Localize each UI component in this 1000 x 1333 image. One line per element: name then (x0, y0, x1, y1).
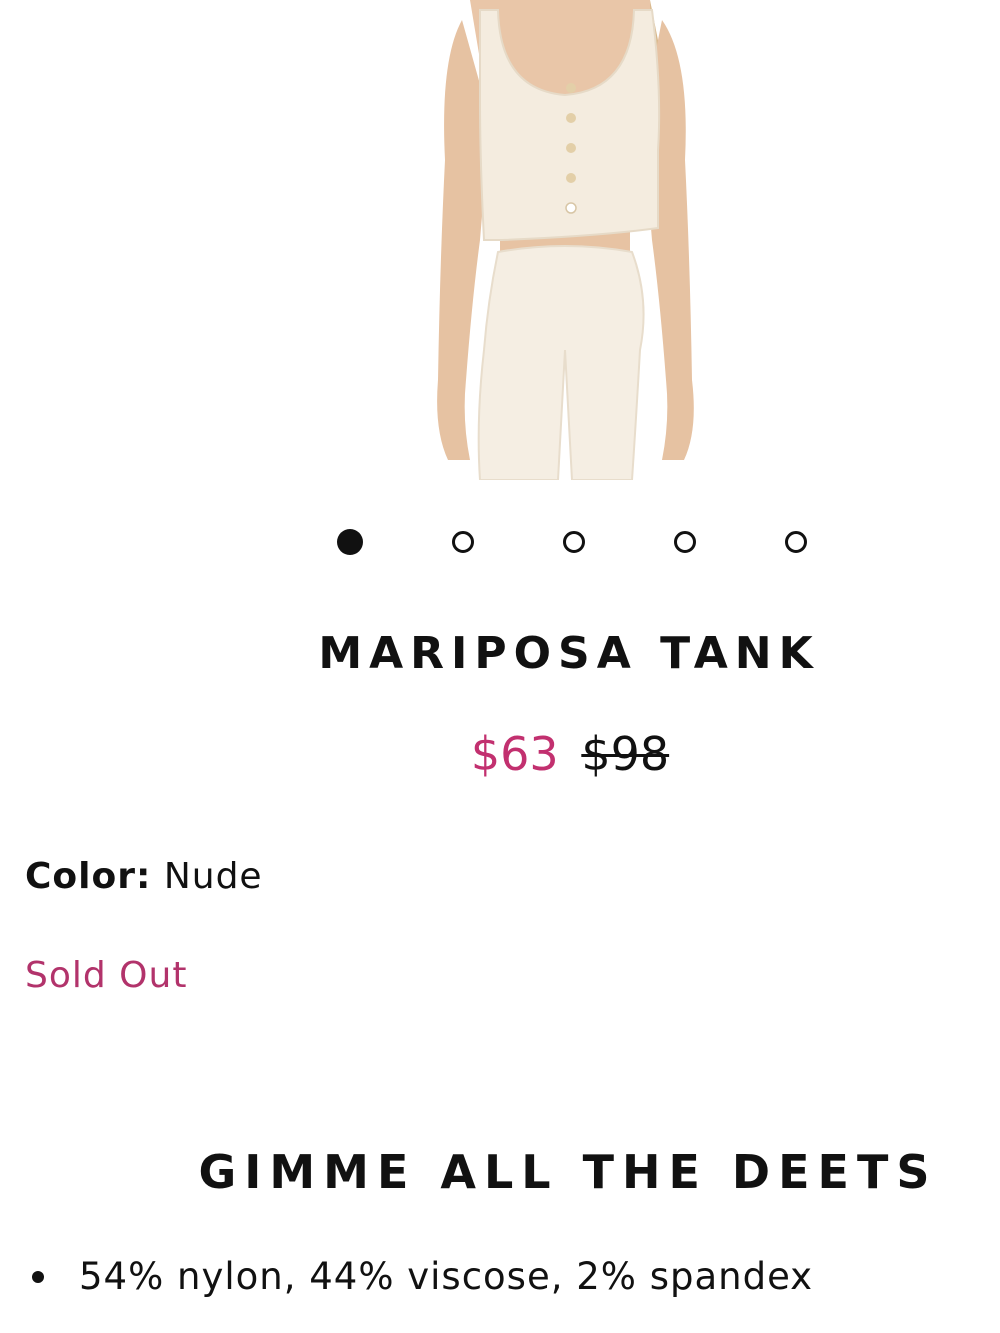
carousel-dot-5[interactable] (785, 531, 807, 553)
carousel-dot-3[interactable] (563, 531, 585, 553)
carousel-dot-1[interactable] (337, 529, 363, 555)
color-selection: Color: Nude (25, 856, 263, 897)
price-row: $63 $98 (0, 727, 1000, 781)
product-photo[interactable] (400, 0, 730, 480)
product-page: MARIPOSA TANK $63 $98 Color: Nude Sold O… (0, 0, 1000, 1333)
original-price: $98 (581, 727, 670, 781)
carousel-dot-4[interactable] (674, 531, 696, 553)
product-title: MARIPOSA TANK (318, 628, 820, 679)
bullet-icon (32, 1270, 44, 1283)
carousel-dot-2[interactable] (452, 531, 474, 553)
details-list: 54% nylon, 44% viscose, 2% spandex (22, 1255, 813, 1298)
sale-price: $63 (470, 727, 559, 781)
color-label: Color: (25, 856, 152, 897)
availability-status: Sold Out (25, 955, 188, 996)
image-carousel-dots (337, 528, 807, 556)
model-wearing-tank-illustration (437, 0, 694, 480)
list-item: 54% nylon, 44% viscose, 2% spandex (22, 1255, 813, 1298)
detail-text: 54% nylon, 44% viscose, 2% spandex (79, 1255, 814, 1298)
details-heading: GIMME ALL THE DEETS (198, 1145, 938, 1199)
color-value: Nude (163, 856, 263, 897)
